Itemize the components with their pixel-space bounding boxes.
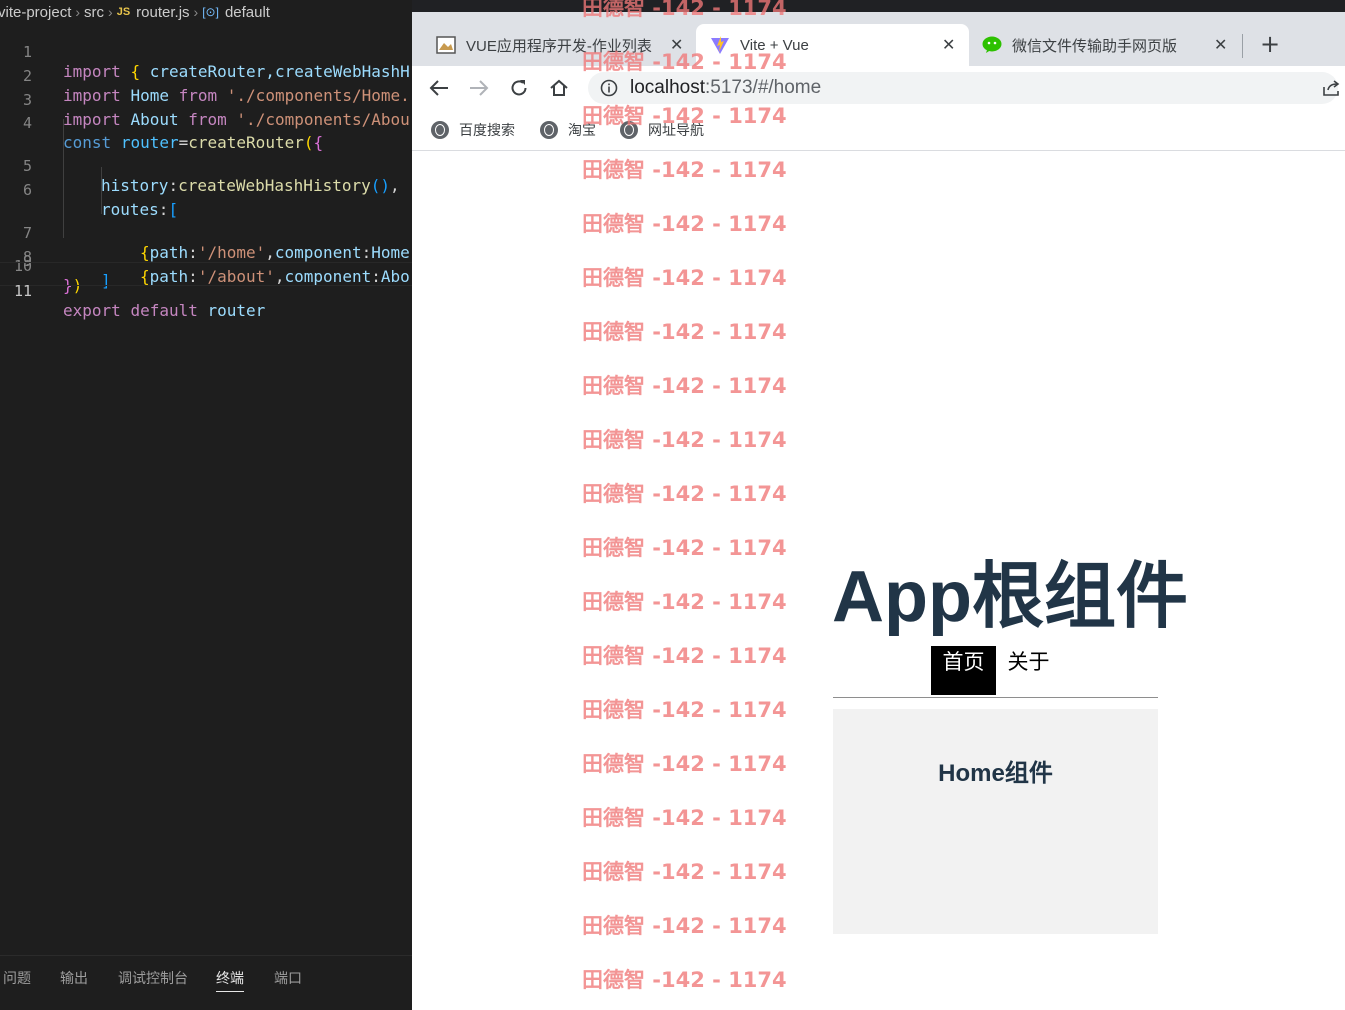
chevron-right-icon: ›: [108, 4, 113, 20]
back-arrow-icon[interactable]: [427, 76, 451, 100]
browser-tab-active[interactable]: Vite + Vue ✕: [696, 24, 969, 66]
indent-guide: [63, 142, 64, 167]
tab-terminal[interactable]: 终端: [216, 968, 244, 992]
tab-output[interactable]: 输出: [60, 968, 88, 991]
vite-logo-icon: [710, 35, 730, 55]
bookmark-taobao[interactable]: 淘宝: [540, 120, 596, 140]
indent-guide: [63, 190, 64, 215]
identifier: router: [207, 300, 266, 320]
breadcrumb: vite-project › src › JS router.js › [⊙] …: [0, 0, 412, 24]
code-line[interactable]: 7 {path:'/home',component:Home: [0, 166, 412, 262]
code-line[interactable]: 5 history:createWebHashHistory(),: [0, 119, 412, 195]
code-line[interactable]: 6 routes:[: [0, 142, 412, 219]
code-area[interactable]: 1 import { createRouter,createWebHashH 2…: [0, 24, 412, 320]
tab-title: Vite + Vue: [740, 36, 809, 54]
tab-divider: [1242, 34, 1243, 58]
breadcrumb-symbol[interactable]: default: [225, 4, 270, 21]
code-line[interactable]: 10 }): [0, 238, 412, 295]
code-line[interactable]: 9 ]: [0, 214, 412, 290]
share-icon[interactable]: [1322, 79, 1342, 101]
bookmark-label: 网址导航: [648, 122, 704, 138]
address-bar[interactable]: localhost:5173/#/home: [588, 72, 1340, 104]
tab-title: VUE应用程序开发-作业列表: [466, 37, 652, 55]
info-icon[interactable]: [600, 79, 618, 97]
page-title: App根组件: [832, 557, 1188, 637]
browser-toolbar: localhost:5173/#/home: [412, 66, 1345, 110]
browser-tab[interactable]: 微信文件传输助手网页版 ✕: [982, 24, 1242, 66]
indent-guide: [63, 119, 64, 143]
bookmark-baidu[interactable]: 百度搜索: [431, 120, 515, 140]
close-icon[interactable]: ✕: [942, 35, 955, 55]
forward-arrow-icon[interactable]: [467, 76, 491, 100]
browser-window: VUE应用程序开发-作业列表 ✕ Vite + Vue ✕ 微信文件传输助手网页…: [412, 0, 1345, 1010]
globe-icon: [540, 121, 558, 139]
new-tab-button[interactable]: +: [1260, 30, 1280, 58]
nav-link-about[interactable]: 关于: [996, 646, 1061, 695]
breadcrumb-project[interactable]: vite-project: [0, 4, 71, 21]
globe-icon: [620, 121, 638, 139]
bookmarks-bar: 百度搜索 淘宝 网址导航: [412, 110, 1345, 151]
tab-debug-console[interactable]: 调试控制台: [118, 968, 188, 991]
reload-icon[interactable]: [507, 76, 531, 100]
tab-strip: VUE应用程序开发-作业列表 ✕ Vite + Vue ✕ 微信文件传输助手网页…: [412, 0, 1345, 66]
symbol-variable-icon: [⊙]: [202, 5, 219, 19]
code-line[interactable]: 3 import About from './components/Abou: [0, 72, 412, 129]
code-editor: vite-project › src › JS router.js › [⊙] …: [0, 0, 412, 1010]
close-icon[interactable]: ✕: [670, 35, 683, 55]
url-host: localhost: [630, 77, 705, 98]
image-favicon-icon: [436, 35, 456, 55]
tab-problems[interactable]: 问题: [3, 968, 31, 991]
chevron-right-icon: ›: [193, 4, 199, 20]
component-title: Home组件: [938, 760, 1053, 787]
keyword: export: [63, 300, 121, 320]
tab-ports[interactable]: 端口: [274, 968, 302, 991]
code-line[interactable]: 4 const router=createRouter({: [0, 95, 412, 152]
code-line[interactable]: 1 import { createRouter,createWebHashH: [0, 24, 412, 81]
home-icon[interactable]: [547, 76, 571, 100]
code-line[interactable]: 8 {path:'/about',component:Abo: [0, 190, 412, 286]
url-path: :5173/#/home: [705, 77, 822, 98]
indent-guide: [101, 190, 102, 215]
router-nav: 首页 关于: [833, 646, 1158, 698]
indent-guide: [63, 214, 64, 239]
code-line[interactable]: 2 import Home from './components/Home.: [0, 48, 412, 105]
breadcrumb-file[interactable]: router.js: [136, 4, 189, 21]
breadcrumb-folder[interactable]: src: [84, 4, 104, 21]
indent-guide: [63, 166, 64, 191]
indent-guide: [101, 166, 102, 191]
nav-link-home[interactable]: 首页: [931, 646, 996, 695]
code-line-current[interactable]: 11 export default router: [0, 261, 412, 320]
bookmark-nav[interactable]: 网址导航: [620, 120, 704, 140]
panel-tabs: 问题 输出 调试控制台 终端 端口: [0, 955, 412, 1010]
tab-title: 微信文件传输助手网页版: [1012, 37, 1178, 55]
close-icon[interactable]: ✕: [1214, 35, 1227, 55]
browser-tab[interactable]: VUE应用程序开发-作业列表 ✕: [436, 24, 696, 66]
javascript-file-icon: JS: [116, 6, 131, 18]
keyword: default: [130, 300, 198, 320]
line-number: 11: [13, 281, 32, 300]
chevron-right-icon: ›: [75, 4, 81, 20]
bookmark-label: 淘宝: [568, 122, 596, 138]
home-component: Home组件: [833, 709, 1158, 934]
bookmark-label: 百度搜索: [459, 122, 515, 138]
wechat-icon: [982, 35, 1002, 55]
globe-icon: [431, 121, 449, 139]
